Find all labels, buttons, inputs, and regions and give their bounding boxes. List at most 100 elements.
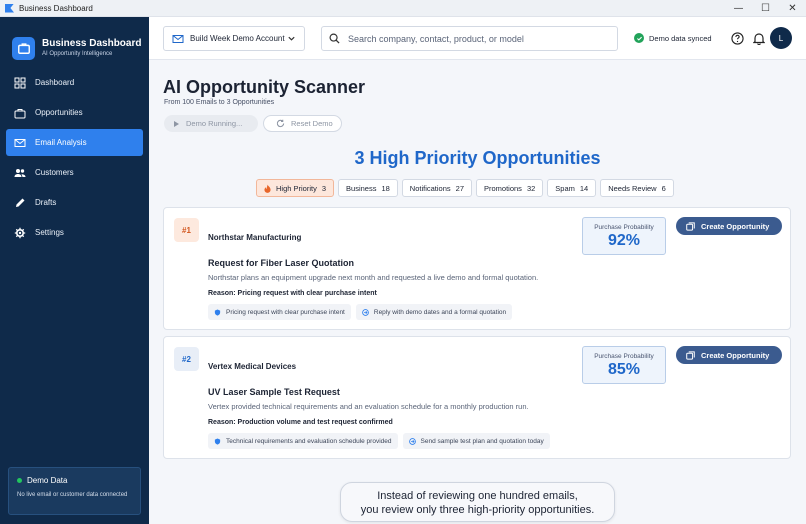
filter-business[interactable]: Business 18 bbox=[338, 179, 398, 197]
create-opportunity-button[interactable]: Create Opportunity bbox=[676, 346, 782, 364]
callout-line-1: Instead of reviewing one hundred emails, bbox=[377, 490, 578, 502]
insight-tag-label: Technical requirements and evaluation sc… bbox=[226, 437, 392, 445]
filter-label: Spam bbox=[555, 183, 575, 193]
people-icon bbox=[14, 167, 26, 179]
create-opportunity-button[interactable]: Create Opportunity bbox=[676, 217, 782, 235]
probability-label: Purchase Probability bbox=[594, 224, 654, 231]
company-name: Northstar Manufacturing bbox=[208, 233, 302, 242]
sidebar-nav: Dashboard Opportunities Email Analysis C… bbox=[0, 69, 149, 246]
purchase-probability: Purchase Probability 92% bbox=[582, 217, 666, 255]
callout-line-2: you review only three high-priority oppo… bbox=[360, 504, 595, 516]
fire-icon bbox=[264, 184, 271, 193]
sidebar-item-label: Drafts bbox=[35, 198, 57, 207]
sidebar-item-label: Opportunities bbox=[35, 108, 83, 117]
opportunity-card[interactable]: #1 Northstar Manufacturing Request for F… bbox=[163, 207, 791, 330]
filter-count: 18 bbox=[381, 183, 390, 193]
create-opportunity-icon bbox=[686, 350, 695, 360]
demo-data-panel: Demo Data No live email or customer data… bbox=[8, 467, 141, 515]
sidebar-item-drafts[interactable]: Drafts bbox=[6, 189, 143, 216]
create-opportunity-label: Create Opportunity bbox=[701, 350, 770, 360]
reset-demo-label: Reset Demo bbox=[291, 119, 333, 128]
reason-text: Reason: Pricing request with clear purch… bbox=[208, 290, 377, 297]
insight-tag: Pricing request with clear purchase inte… bbox=[208, 304, 351, 320]
help-icon[interactable] bbox=[731, 32, 744, 45]
dashboard-icon bbox=[14, 77, 26, 89]
insight-tag: Send sample test plan and quotation toda… bbox=[402, 433, 550, 449]
filter-count: 6 bbox=[661, 183, 666, 193]
sidebar-item-settings[interactable]: Settings bbox=[6, 219, 143, 246]
sync-status: Demo data synced bbox=[634, 33, 712, 43]
insight-tag-label: Reply with demo dates and a formal quota… bbox=[373, 308, 507, 316]
sidebar: Business Dashboard AI Opportunity Intell… bbox=[0, 17, 149, 524]
filter-label: Promotions bbox=[484, 183, 522, 193]
sidebar-item-dashboard[interactable]: Dashboard bbox=[6, 69, 143, 96]
insight-tag-label: Send sample test plan and quotation toda… bbox=[420, 437, 544, 445]
window-controls: — ☐ ✕ bbox=[725, 0, 806, 17]
filter-spam[interactable]: Spam 14 bbox=[547, 179, 597, 197]
filter-needs-review[interactable]: Needs Review 6 bbox=[600, 179, 674, 197]
sidebar-item-label: Dashboard bbox=[35, 78, 75, 87]
refresh-icon bbox=[276, 119, 285, 128]
app-logo-icon bbox=[5, 3, 14, 13]
shield-icon bbox=[214, 308, 221, 316]
demo-running-button[interactable]: Demo Running... bbox=[164, 115, 258, 132]
probability-value: 92% bbox=[607, 232, 641, 249]
avatar[interactable]: L bbox=[770, 27, 792, 49]
opportunities-headline: 3 High Priority Opportunities bbox=[354, 148, 601, 168]
rank-badge: #2 bbox=[174, 347, 199, 371]
purchase-probability: Purchase Probability 85% bbox=[582, 346, 666, 384]
account-selector[interactable]: Build Week Demo Account bbox=[163, 26, 305, 51]
search-input[interactable] bbox=[348, 33, 608, 44]
filter-label: Needs Review bbox=[608, 183, 657, 193]
reason-text: Reason: Production volume and test reque… bbox=[208, 419, 393, 426]
filter-notifications[interactable]: Notifications 27 bbox=[401, 179, 472, 197]
filter-label: Business bbox=[346, 183, 377, 193]
rank-badge: #1 bbox=[174, 218, 199, 242]
brand: Business Dashboard AI Opportunity Intell… bbox=[0, 17, 149, 67]
search-icon bbox=[329, 33, 340, 44]
insight-tags: Technical requirements and evaluation sc… bbox=[208, 433, 555, 449]
email-summary: Vertex provided technical requirements a… bbox=[208, 402, 529, 411]
bell-icon[interactable] bbox=[753, 32, 765, 45]
mail-icon bbox=[14, 137, 26, 149]
sidebar-item-email-analysis[interactable]: Email Analysis bbox=[6, 129, 143, 156]
gear-icon bbox=[14, 227, 26, 239]
account-name: Build Week Demo Account bbox=[190, 34, 285, 43]
mail-icon bbox=[172, 34, 184, 43]
reset-demo-button[interactable]: Reset Demo bbox=[263, 115, 342, 132]
close-button[interactable]: ✕ bbox=[779, 0, 806, 17]
opportunity-card[interactable]: #2 Vertex Medical Devices UV Laser Sampl… bbox=[163, 336, 791, 459]
sidebar-item-label: Email Analysis bbox=[35, 138, 87, 147]
insight-tag: Reply with demo dates and a formal quota… bbox=[355, 304, 513, 320]
filter-high-priority[interactable]: High Priority 3 bbox=[256, 179, 335, 197]
topbar: Build Week Demo Account Demo data synced… bbox=[149, 17, 806, 60]
brand-title: Business Dashboard bbox=[42, 37, 142, 49]
demo-data-title: Demo Data bbox=[27, 476, 68, 485]
reply-icon bbox=[408, 437, 416, 445]
filter-count: 32 bbox=[526, 183, 536, 193]
page-title: AI Opportunity Scanner bbox=[163, 77, 366, 97]
search-box bbox=[321, 26, 618, 51]
company-name: Vertex Medical Devices bbox=[208, 362, 297, 371]
filter-promotions[interactable]: Promotions 32 bbox=[476, 179, 544, 197]
check-circle-icon bbox=[634, 33, 644, 43]
probability-label: Purchase Probability bbox=[594, 353, 654, 360]
maximize-button[interactable]: ☐ bbox=[752, 0, 779, 17]
play-icon bbox=[174, 120, 179, 127]
brand-subtitle: AI Opportunity Intelligence bbox=[42, 50, 113, 57]
email-summary: Northstar plans an equipment upgrade nex… bbox=[208, 273, 539, 282]
filter-count: 3 bbox=[321, 183, 327, 193]
sidebar-item-customers[interactable]: Customers bbox=[6, 159, 143, 186]
create-opportunity-label: Create Opportunity bbox=[701, 221, 770, 231]
chevron-down-icon bbox=[288, 36, 295, 41]
demo-data-description: No live email or customer data connected bbox=[17, 492, 128, 498]
summary-callout: Instead of reviewing one hundred emails,… bbox=[340, 482, 615, 522]
demo-running-label: Demo Running... bbox=[186, 119, 243, 128]
email-subject: UV Laser Sample Test Request bbox=[208, 387, 340, 397]
sync-status-text: Demo data synced bbox=[649, 33, 712, 43]
sidebar-item-opportunities[interactable]: Opportunities bbox=[6, 99, 143, 126]
filter-label: High Priority bbox=[276, 183, 317, 193]
minimize-button[interactable]: — bbox=[725, 0, 752, 17]
reply-icon bbox=[362, 308, 369, 316]
category-filters: High Priority 3 Business 18 Notification… bbox=[256, 179, 678, 197]
